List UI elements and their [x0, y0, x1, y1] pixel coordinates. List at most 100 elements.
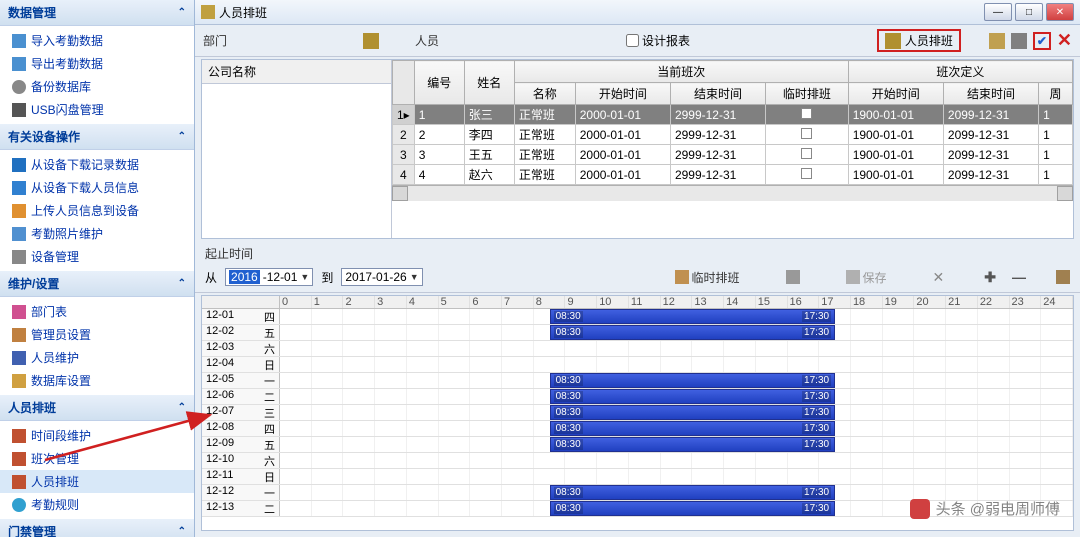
schedule-button[interactable]: 人员排班	[905, 32, 953, 49]
shift-bar[interactable]: 08:3017:30	[550, 421, 835, 436]
toggle-icon[interactable]	[786, 270, 800, 284]
timeline-row[interactable]: 12-02五08:3017:30	[202, 325, 1073, 341]
shift-bar[interactable]: 08:3017:30	[550, 309, 835, 324]
person-label: 人员	[415, 32, 439, 49]
nav-item[interactable]: 上传人员信息到设备	[0, 199, 194, 222]
shift-bar[interactable]: 08:3017:30	[550, 485, 835, 500]
dept-label: 部门	[203, 32, 227, 49]
dept-picker-icon[interactable]	[363, 33, 379, 49]
save-icon	[846, 270, 860, 284]
hour-label: 13	[692, 296, 724, 308]
save-button[interactable]: 保存	[846, 269, 887, 286]
shift-bar[interactable]: 08:3017:30	[550, 501, 835, 516]
nav-item[interactable]: 数据库设置	[0, 369, 194, 392]
timeline-row[interactable]: 12-07三 08:3017:30	[202, 405, 1073, 421]
nav-item-label: 上传人员信息到设备	[31, 202, 139, 219]
timeline-date: 12-01四	[202, 309, 280, 324]
shift-bar[interactable]: 08:3017:30	[550, 373, 835, 388]
zoom-in-button[interactable]: ✚	[980, 269, 1000, 286]
timeline-row[interactable]: 12-04日	[202, 357, 1073, 373]
nav-group-header[interactable]: 门禁管理⌃	[0, 519, 194, 537]
timeline-row[interactable]: 12-03六	[202, 341, 1073, 357]
nav-item[interactable]: 导入考勤数据	[0, 29, 194, 52]
nav-item[interactable]: 部门表	[0, 300, 194, 323]
nav-item[interactable]: 考勤照片维护	[0, 222, 194, 245]
nav-item-label: USB闪盘管理	[31, 101, 104, 118]
print-icon[interactable]	[1011, 33, 1027, 49]
nav-group-header[interactable]: 人员排班⌃	[0, 395, 194, 421]
temp-schedule-button[interactable]: 临时排班	[675, 269, 740, 286]
minimize-button[interactable]: —	[984, 3, 1012, 21]
toolbar: 部门 人员 设计报表 人员排班 ✔ ✕	[195, 25, 1080, 57]
nav-group-header[interactable]: 有关设备操作⌃	[0, 124, 194, 150]
nav-item[interactable]: 人员维护	[0, 346, 194, 369]
nav-item[interactable]: 班次管理	[0, 447, 194, 470]
nav-item[interactable]: 设备管理	[0, 245, 194, 268]
shift-bar[interactable]: 08:3017:30	[550, 437, 835, 452]
timeline-row[interactable]: 12-11日	[202, 469, 1073, 485]
hour-label: 10	[597, 296, 629, 308]
hour-label: 22	[978, 296, 1010, 308]
nav-item[interactable]: 备份数据库	[0, 75, 194, 98]
table-row[interactable]: 44赵六正常班2000-01-012999-12-311900-01-01209…	[393, 165, 1073, 185]
shift-bar[interactable]: 08:3017:30	[550, 325, 835, 340]
copy-icon[interactable]	[989, 33, 1005, 49]
nav-item[interactable]: 管理员设置	[0, 323, 194, 346]
nav-item[interactable]: 从设备下载记录数据	[0, 153, 194, 176]
checkbox[interactable]	[801, 108, 812, 119]
timeline-row[interactable]: 12-09五08:3017:30	[202, 437, 1073, 453]
timeline-row[interactable]: 12-12一 08:3017:30	[202, 485, 1073, 501]
checkbox[interactable]	[801, 128, 812, 139]
from-date-input[interactable]: 2016-12-01 ▼	[225, 268, 313, 286]
hour-label: 16	[788, 296, 820, 308]
nav-item[interactable]: 导出考勤数据	[0, 52, 194, 75]
shift-bar[interactable]: 08:3017:30	[550, 389, 835, 404]
timeline-header: 0123456789101112131415161718192021222324	[202, 296, 1073, 309]
shift-bar[interactable]: 08:3017:30	[550, 405, 835, 420]
dropdown-icon[interactable]: ▼	[410, 272, 419, 282]
grid-h-scrollbar[interactable]	[392, 185, 1073, 201]
table-row[interactable]: 22李四正常班2000-01-012999-12-311900-01-01209…	[393, 125, 1073, 145]
photo-icon	[12, 227, 26, 241]
export-icon	[12, 57, 26, 71]
design-report-checkbox[interactable]: 设计报表	[626, 32, 690, 49]
delete-icon[interactable]: ✕	[933, 269, 945, 286]
checkbox[interactable]	[801, 148, 812, 159]
zoom-out-button[interactable]: —	[1008, 269, 1030, 285]
cancel-icon[interactable]: ✕	[1057, 30, 1072, 51]
date-range-label: 起止时间	[195, 241, 1080, 262]
nav-item[interactable]: USB闪盘管理	[0, 98, 194, 121]
timeline-row[interactable]: 12-08四08:3017:30	[202, 421, 1073, 437]
nav-group-header[interactable]: 数据管理⌃	[0, 0, 194, 26]
admin-icon	[12, 328, 26, 342]
timeline-row[interactable]: 12-13二08:3017:30	[202, 501, 1073, 517]
maximize-button[interactable]: □	[1015, 3, 1043, 21]
timeline-row[interactable]: 12-10六	[202, 453, 1073, 469]
download-icon	[12, 158, 26, 172]
table-row[interactable]: 33王五正常班2000-01-012999-12-311900-01-01209…	[393, 145, 1073, 165]
timeline-row[interactable]: 12-01四 08:3017:30	[202, 309, 1073, 325]
dropdown-icon[interactable]: ▼	[300, 272, 309, 282]
settings-icon[interactable]	[1056, 270, 1070, 284]
timeline-date: 12-12一	[202, 485, 280, 500]
checkbox[interactable]	[801, 168, 812, 179]
nav-item[interactable]: 考勤规则	[0, 493, 194, 516]
hour-label: 17	[819, 296, 851, 308]
scroll-right-button[interactable]	[1057, 186, 1073, 201]
confirm-icon[interactable]: ✔	[1033, 32, 1051, 50]
close-button[interactable]: ✕	[1046, 3, 1074, 21]
table-row[interactable]: 1▸1张三正常班2000-01-012999-12-311900-01-0120…	[393, 105, 1073, 125]
scroll-left-button[interactable]	[392, 186, 408, 201]
nav-group-header[interactable]: 维护/设置⌃	[0, 271, 194, 297]
timeline-row[interactable]: 12-05一08:3017:30	[202, 373, 1073, 389]
content-split: 公司名称 编号姓名当前班次班次定义名称开始时间结束时间临时排班开始时间结束时间周…	[201, 59, 1074, 239]
nav-item[interactable]: 从设备下载人员信息	[0, 176, 194, 199]
nav-item[interactable]: 人员排班	[0, 470, 194, 493]
timeline-row[interactable]: 12-06二08:3017:30	[202, 389, 1073, 405]
nav-item[interactable]: 时间段维护	[0, 424, 194, 447]
schedule-icon[interactable]	[885, 33, 901, 49]
hour-label: 3	[375, 296, 407, 308]
timeline-date: 12-07三	[202, 405, 280, 420]
to-date-input[interactable]: 2017-01-26 ▼	[341, 268, 422, 286]
dept-tree-root[interactable]: 公司名称	[202, 60, 391, 84]
